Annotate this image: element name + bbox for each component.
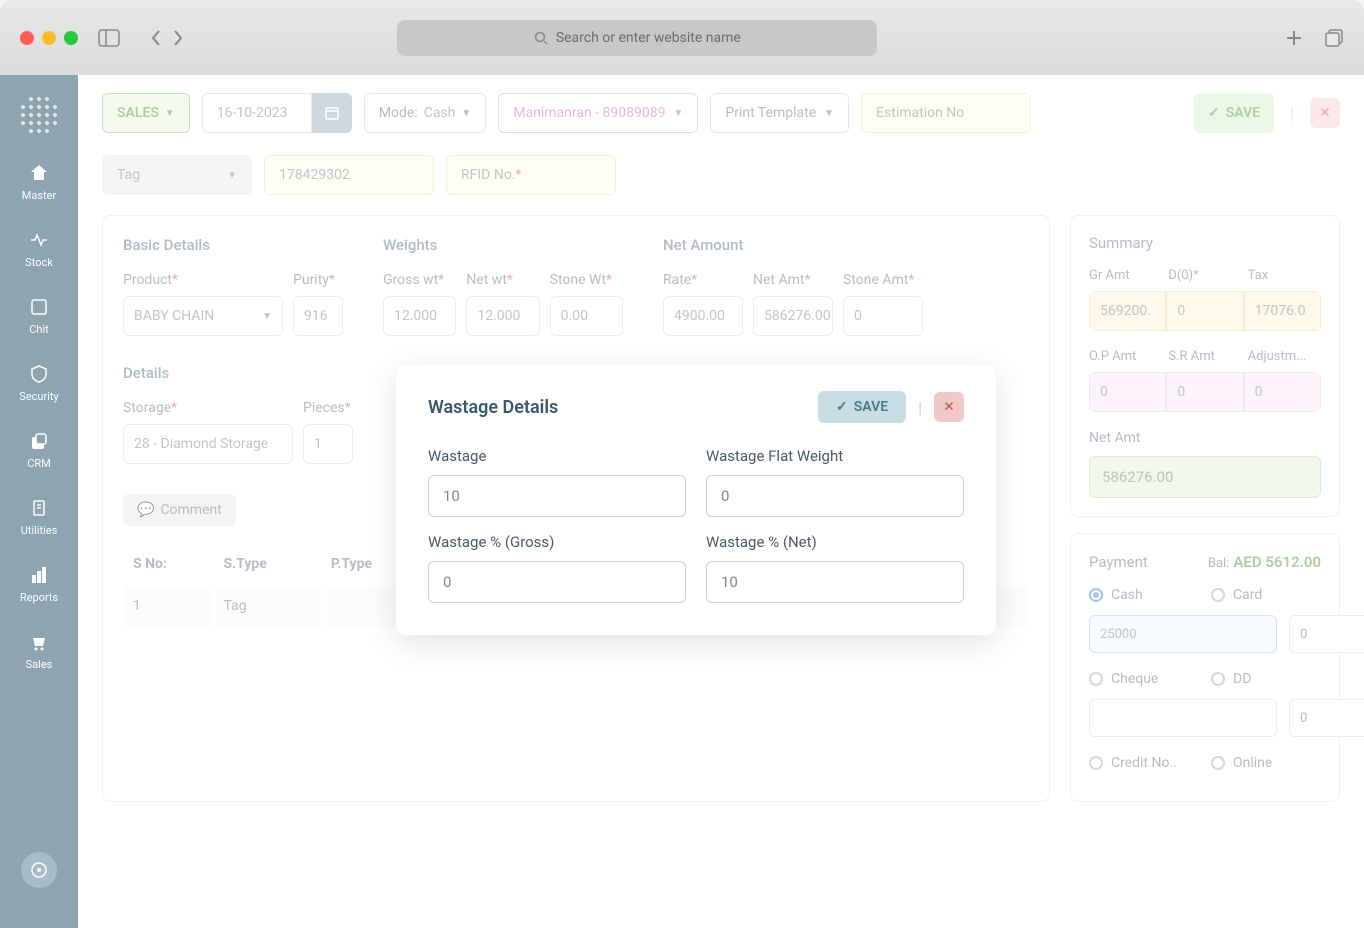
modal-close-button[interactable]: ✕ <box>934 392 964 422</box>
modal-save-button[interactable]: ✓SAVE <box>818 391 906 423</box>
tabs-icon[interactable] <box>1324 28 1344 48</box>
nav-master[interactable]: Master <box>22 163 56 202</box>
sidebar-toggle-icon[interactable] <box>98 29 120 47</box>
url-placeholder: Search or enter website name <box>556 30 741 46</box>
nav-chit[interactable]: Chit <box>29 297 49 336</box>
main-content: SALES▼ 16-10-2023 Mode:Cash▼ Manimanran … <box>78 75 1364 928</box>
back-icon[interactable] <box>150 29 162 47</box>
wastage-net-input[interactable] <box>706 561 964 603</box>
wastage-gross-input[interactable] <box>428 561 686 603</box>
modal-title: Wastage Details <box>428 397 558 418</box>
nav-utilities[interactable]: Utilities <box>21 498 58 537</box>
wastage-flat-input[interactable] <box>706 475 964 517</box>
modal-overlay: Wastage Details ✓SAVE | ✕ Wastage Wastag… <box>78 75 1364 928</box>
window-close-icon[interactable] <box>20 31 34 45</box>
new-tab-icon[interactable] <box>1284 28 1304 48</box>
wastage-input[interactable] <box>428 475 686 517</box>
nav-security[interactable]: Security <box>19 364 58 403</box>
nav-stock[interactable]: Stock <box>25 230 53 269</box>
nav-crm[interactable]: CRM <box>27 431 51 470</box>
close-icon: ✕ <box>943 400 954 415</box>
nav-sales[interactable]: Sales <box>26 632 53 671</box>
app-sidebar: Master Stock Chit Security CRM Utilities… <box>0 75 78 928</box>
app-logo[interactable] <box>19 95 59 135</box>
wastage-modal: Wastage Details ✓SAVE | ✕ Wastage Wastag… <box>396 365 996 635</box>
nav-reports[interactable]: Reports <box>20 565 58 604</box>
window-minimize-icon[interactable] <box>42 31 56 45</box>
help-button[interactable] <box>21 852 57 888</box>
search-icon <box>534 31 548 45</box>
window-maximize-icon[interactable] <box>64 31 78 45</box>
traffic-lights <box>20 31 78 45</box>
url-bar[interactable]: Search or enter website name <box>397 20 877 56</box>
browser-chrome: Search or enter website name <box>0 0 1364 75</box>
check-icon: ✓ <box>836 399 848 415</box>
forward-icon[interactable] <box>172 29 184 47</box>
